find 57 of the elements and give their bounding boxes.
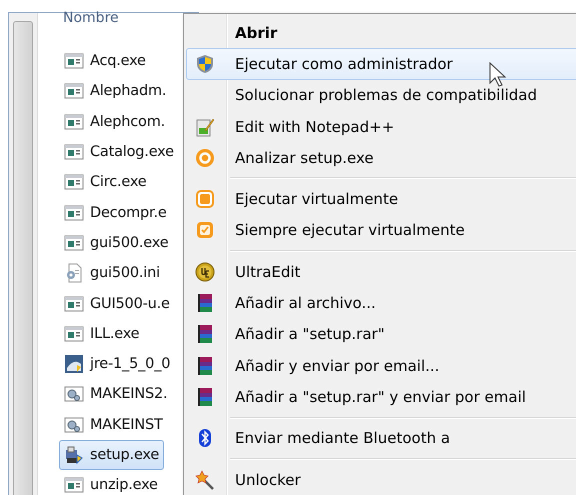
menu-item[interactable]: Añadir al archivo... [186,287,576,319]
menu-item[interactable]: Analizar setup.exe [186,142,576,174]
program-window-icon [64,172,84,192]
ring-icon [195,148,215,168]
menu-item[interactable]: UltraEdit [186,256,576,288]
checkbox-icon [195,220,215,240]
file-item[interactable]: Decompr.e [59,197,172,228]
file-item[interactable]: MAKEINST [59,410,168,440]
books-stack-icon [195,386,215,407]
menu-item[interactable]: Enviar mediante Bluetooth a [186,422,576,454]
file-item[interactable]: Acq.exe [59,46,151,76]
books-stack-icon [195,324,215,344]
file-item[interactable]: gui500.exe [59,228,174,258]
menu-item[interactable]: Ejecutar como administrador [186,48,576,80]
menu-item[interactable]: Ejecutar virtualmente [186,183,576,215]
rounded-square-icon [195,189,215,210]
installer-window-icon [64,354,84,374]
mouse-pointer-icon [489,62,507,88]
program-window-icon [64,142,84,162]
file-item[interactable]: ILL.exe [59,318,144,349]
file-item[interactable]: MAKEINS2. [59,379,172,410]
menu-item[interactable]: Solucionar problemas de compatibilidad [186,80,576,111]
books-stack-icon [195,293,215,314]
file-item[interactable]: Alephcom. [59,106,170,137]
menu-item[interactable]: Añadir a "setup.rar" [186,318,576,350]
program-window-icon [64,294,84,314]
file-item[interactable]: gui500.ini [59,258,165,288]
file-item[interactable]: unzip.exe [59,470,163,495]
notepad-icon [195,116,215,137]
column-header[interactable]: Nombre [63,13,179,31]
settings-file-icon [64,263,84,284]
file-item[interactable]: Catalog.exe [59,136,179,168]
coin-icon [195,262,215,282]
program-window-icon [64,324,84,344]
installer-icon [64,445,84,465]
file-item[interactable]: jre-1_5_0_0 [59,348,176,380]
gears-window-icon [64,384,84,404]
gears-window-icon [64,414,84,435]
file-item[interactable]: Circ.exe [59,167,152,198]
program-window-icon [64,51,84,72]
file-item[interactable]: GUI500-u.e [59,288,175,319]
program-window-icon [64,112,84,132]
menu-item[interactable]: Añadir a "setup.rar" y enviar por email [186,381,576,413]
file-item[interactable]: Alephadm. [59,76,172,107]
program-window-icon [64,81,84,102]
books-stack-icon [195,356,215,376]
menu-item[interactable]: Unlocker [186,464,576,495]
program-window-icon [64,202,84,223]
menu-item[interactable]: Edit with Notepad++ [186,110,576,142]
menu-item[interactable]: Añadir y enviar por email... [186,350,576,382]
menu-item[interactable]: Abrir [186,17,576,48]
file-item[interactable]: setup.exe [59,440,164,470]
magic-wand-icon [195,470,215,490]
menu-item[interactable]: Siempre ejecutar virtualmente [186,214,576,246]
program-window-icon [64,232,84,253]
scrollbar-thumb[interactable] [13,21,33,495]
shield-icon [195,54,215,74]
